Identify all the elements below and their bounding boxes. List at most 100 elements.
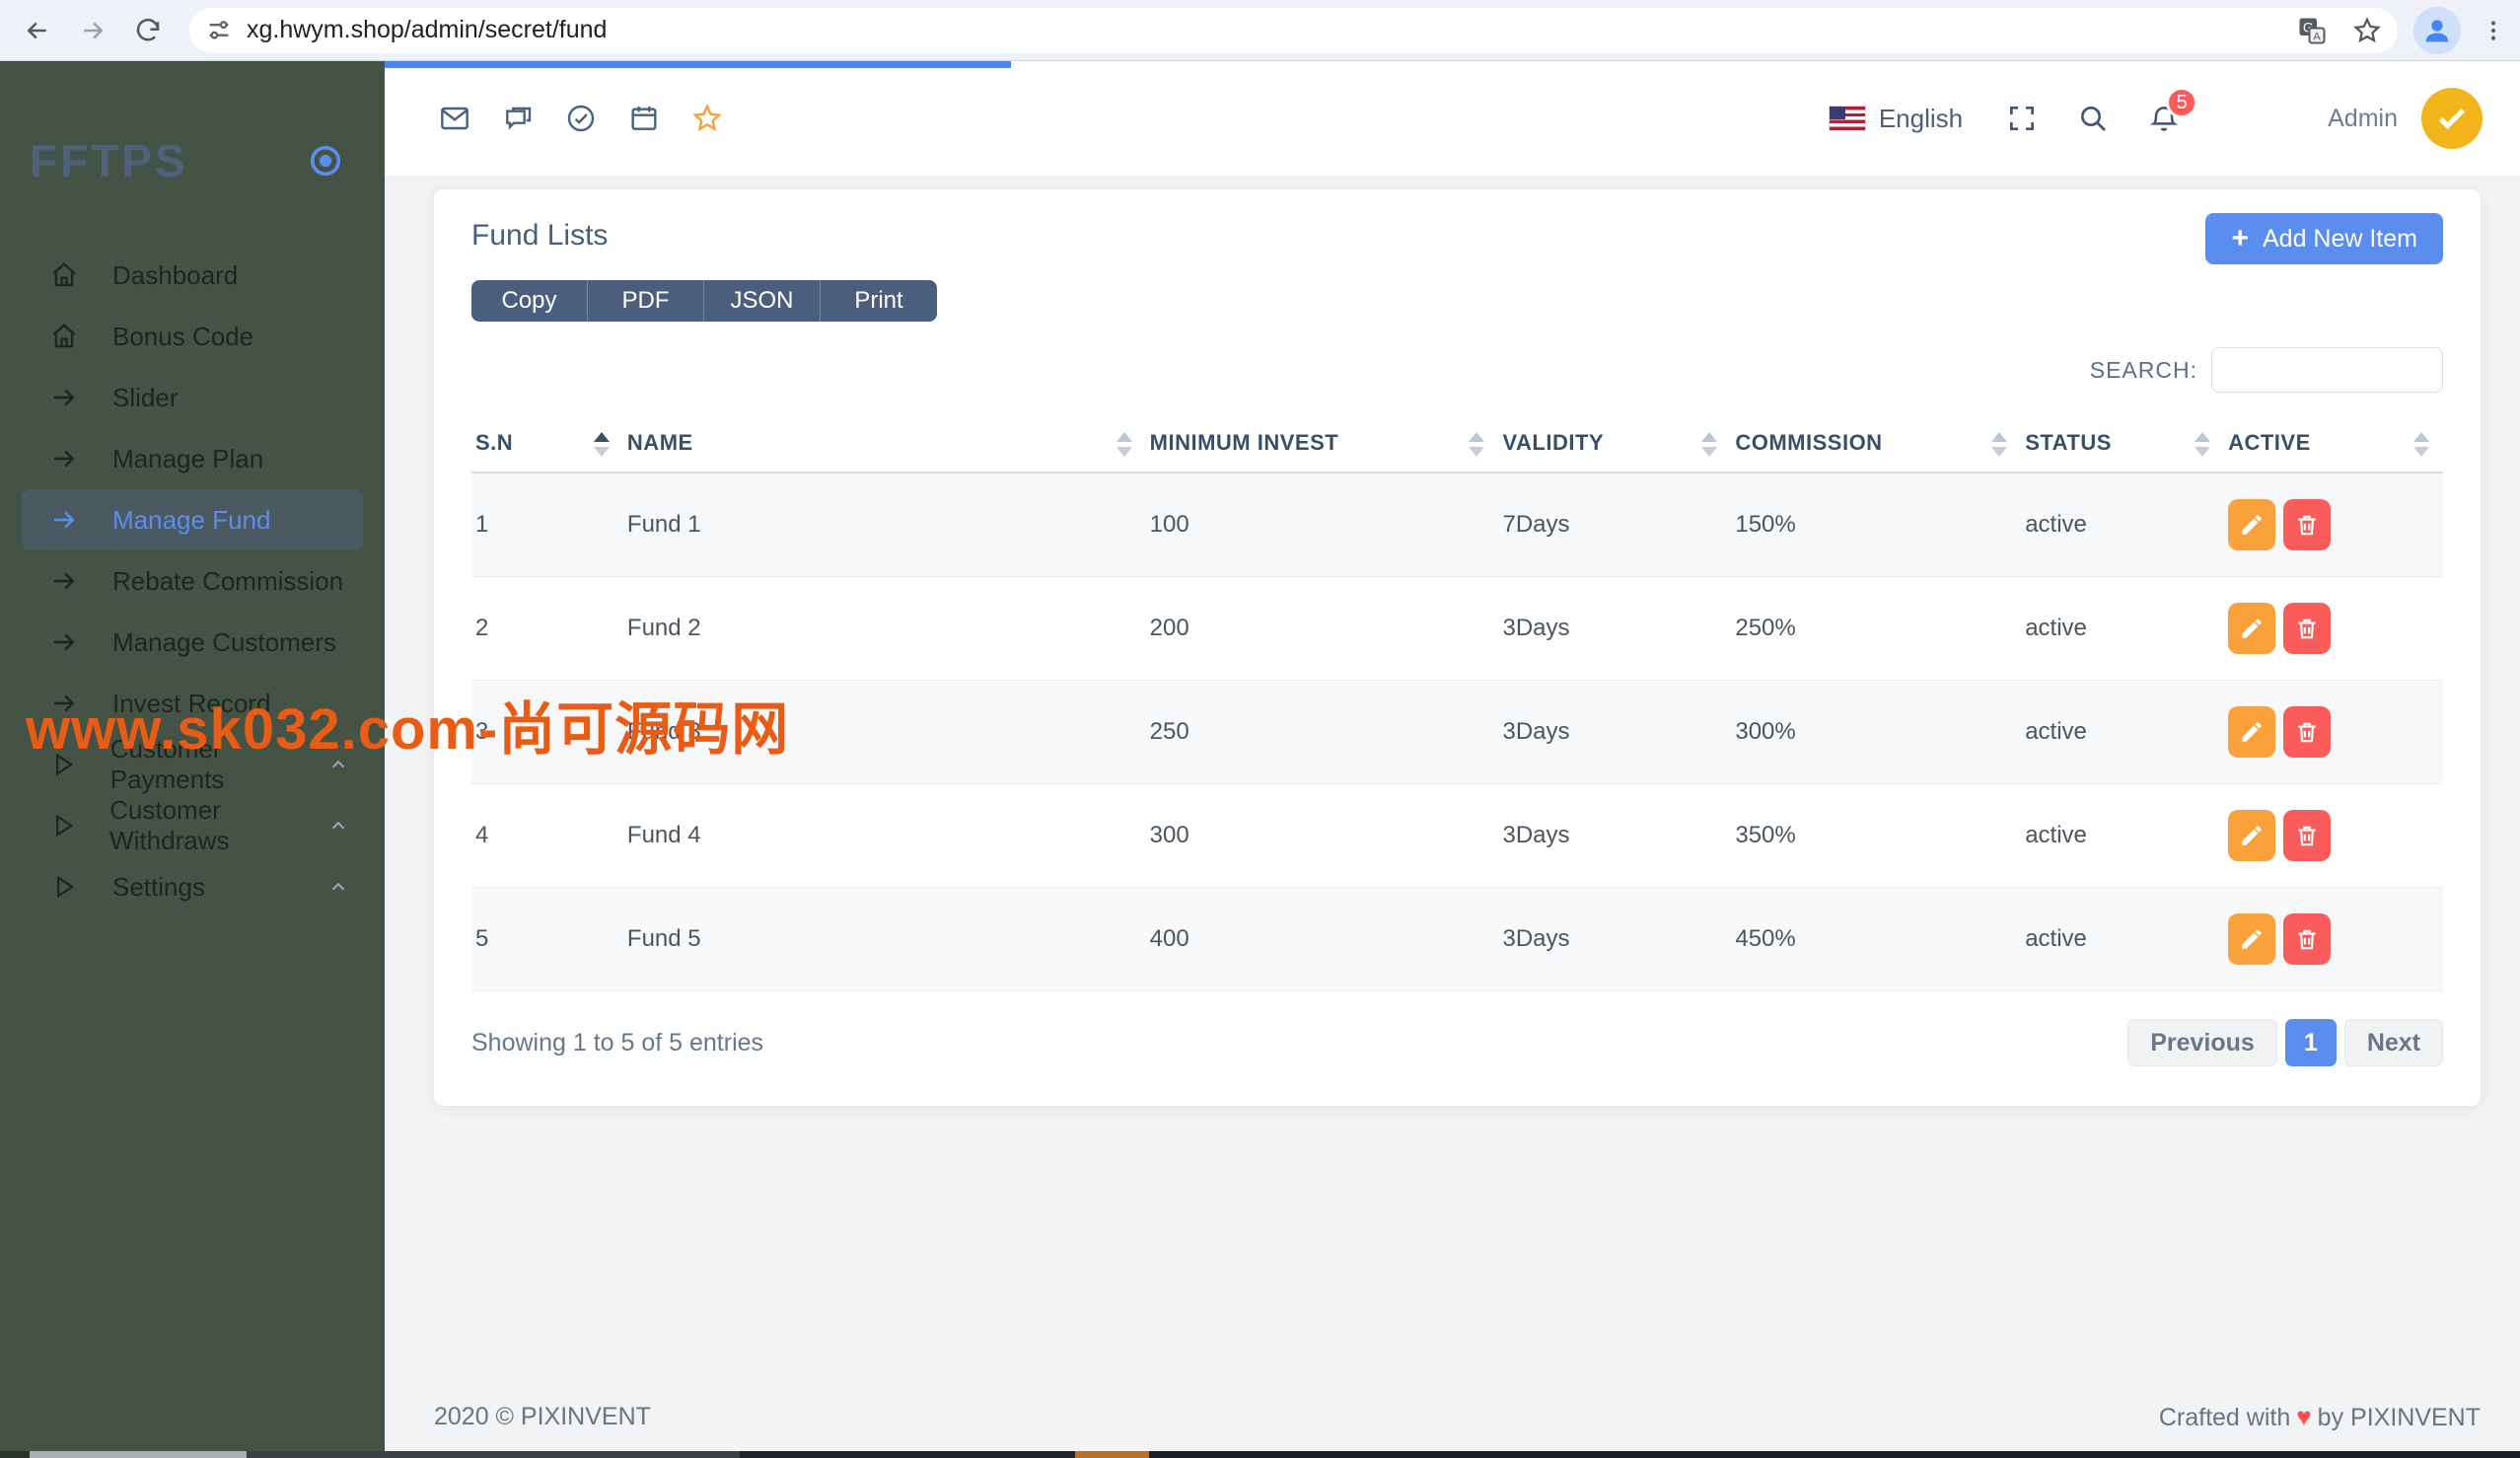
export-print-button[interactable]: Print [821,280,937,322]
table-header-row: S.N NAME MINIMUM INVEST VALIDITY COMMISSION S… [471,412,2443,474]
cell-actions [2224,680,2443,784]
sidebar-item-manage-plan[interactable]: Manage Plan [22,428,363,489]
notification-badge: 5 [2166,87,2198,118]
cell-status: active [2021,576,2225,681]
site-settings-icon[interactable] [205,17,233,44]
browser-menu-icon[interactable] [2481,18,2506,43]
delete-button[interactable] [2283,603,2332,654]
column-header-minimum-invest[interactable]: MINIMUM INVEST [1145,412,1499,474]
cell-minimum-invest: 100 [1145,473,1499,577]
heart-icon: ♥ [2296,1402,2312,1431]
us-flag-icon[interactable] [1829,107,1865,130]
cell-status: active [2021,887,2225,991]
sidebar-item-settings[interactable]: Settings [22,856,363,917]
chevron-up-icon [327,815,349,837]
column-header-status[interactable]: STATUS [2021,412,2225,474]
check-circle-icon[interactable] [565,103,597,134]
browser-back-button[interactable] [18,11,57,50]
play-icon [47,812,78,839]
browser-profile-avatar[interactable] [2413,6,2461,54]
notifications-button[interactable]: 5 [2148,87,2198,134]
cell-status: active [2021,783,2225,888]
table-row: 2 Fund 2 200 3Days 250% active [471,576,2443,681]
browser-reload-button[interactable] [128,11,168,50]
cell-validity: 3Days [1498,783,1732,888]
bookmark-star-icon[interactable] [2352,16,2382,45]
sidebar-item-manage-fund[interactable]: Manage Fund [22,489,363,550]
column-header-s-n[interactable]: S.N [471,412,623,474]
user-avatar[interactable] [2421,88,2483,149]
trash-icon [2294,616,2320,641]
cell-name: Fund 2 [622,576,1146,681]
pagination-previous-button[interactable]: Previous [2127,1019,2277,1066]
column-header-active[interactable]: ACTIVE [2224,412,2443,474]
pencil-icon [2239,719,2265,745]
user-name[interactable]: Admin [2328,105,2398,133]
column-header-name[interactable]: NAME [622,412,1146,474]
sidebar-toggle-icon[interactable] [306,141,345,181]
sidebar-item-customer-withdraws[interactable]: Customer Withdraws [22,795,363,856]
export-json-button[interactable]: JSON [704,280,821,322]
export-pdf-button[interactable]: PDF [588,280,704,322]
star-icon[interactable] [691,103,723,134]
trash-icon [2294,719,2320,745]
edit-button[interactable] [2228,499,2276,550]
sort-carets-icon [2413,432,2429,457]
cell-s-n: 5 [471,887,623,991]
plus-icon: + [2231,222,2249,255]
cell-validity: 7Days [1498,473,1732,577]
sidebar-item-slider[interactable]: Slider [22,367,363,428]
sidebar-item-bonus-code[interactable]: Bonus Code [22,306,363,367]
crafted-text: Crafted with ♥ by PIXINVENT [2158,1402,2481,1431]
fullscreen-icon[interactable] [2006,103,2038,134]
sort-carets-icon [1701,432,1718,457]
chat-icon[interactable] [502,103,534,134]
mail-icon[interactable] [439,103,470,134]
cell-s-n: 4 [471,783,623,888]
sort-carets-icon [2195,432,2211,457]
table-search-input[interactable] [2211,347,2443,393]
cell-validity: 3Days [1498,680,1732,784]
edit-button[interactable] [2228,913,2276,965]
page-footer: 2020 © PIXINVENT Crafted with ♥ by PIXINVE… [434,1362,2481,1432]
sort-carets-icon [593,432,610,457]
browser-forward-button[interactable] [73,11,112,50]
search-icon[interactable] [2077,103,2109,134]
table-row: 1 Fund 1 100 7Days 150% active [471,473,2443,577]
edit-button[interactable] [2228,603,2276,654]
cell-commission: 450% [1731,887,2022,991]
edit-button[interactable] [2228,810,2276,861]
cell-name: Fund 1 [622,473,1146,577]
pencil-icon [2239,616,2265,641]
pagination: Previous 1 Next [2127,1019,2443,1066]
add-new-item-button[interactable]: + Add New Item [2205,213,2443,264]
edit-button[interactable] [2228,706,2276,758]
language-selector[interactable]: English [1879,104,1963,134]
delete-button[interactable] [2283,913,2332,965]
delete-button[interactable] [2283,706,2332,758]
sidebar-item-dashboard[interactable]: Dashboard [22,245,363,306]
cell-s-n: 2 [471,576,623,681]
sidebar-item-manage-customers[interactable]: Manage Customers [22,612,363,673]
column-header-validity[interactable]: VALIDITY [1498,412,1732,474]
page-title: Fund Lists [471,219,609,252]
pagination-page-1-button[interactable]: 1 [2284,1019,2337,1066]
sidebar-item-rebate-commission[interactable]: Rebate Commission [22,550,363,612]
arrow-right-icon [47,566,81,596]
url-text[interactable]: xg.hwym.shop/admin/secret/fund [247,16,2297,44]
arrow-right-icon [47,383,81,412]
address-bar[interactable]: xg.hwym.shop/admin/secret/fund GA [189,7,2398,53]
calendar-icon[interactable] [628,103,660,134]
delete-button[interactable] [2283,810,2332,861]
delete-button[interactable] [2283,499,2332,550]
cell-minimum-invest: 250 [1145,680,1499,784]
browser-toolbar: xg.hwym.shop/admin/secret/fund GA [0,0,2520,61]
translate-icon[interactable]: GA [2297,16,2327,45]
app-logo[interactable]: FFTPS [30,134,188,187]
arrow-right-icon [47,444,81,474]
cell-commission: 350% [1731,783,2022,888]
export-copy-button[interactable]: Copy [471,280,588,322]
cell-status: active [2021,680,2225,784]
pagination-next-button[interactable]: Next [2343,1019,2443,1066]
column-header-commission[interactable]: COMMISSION [1731,412,2022,474]
